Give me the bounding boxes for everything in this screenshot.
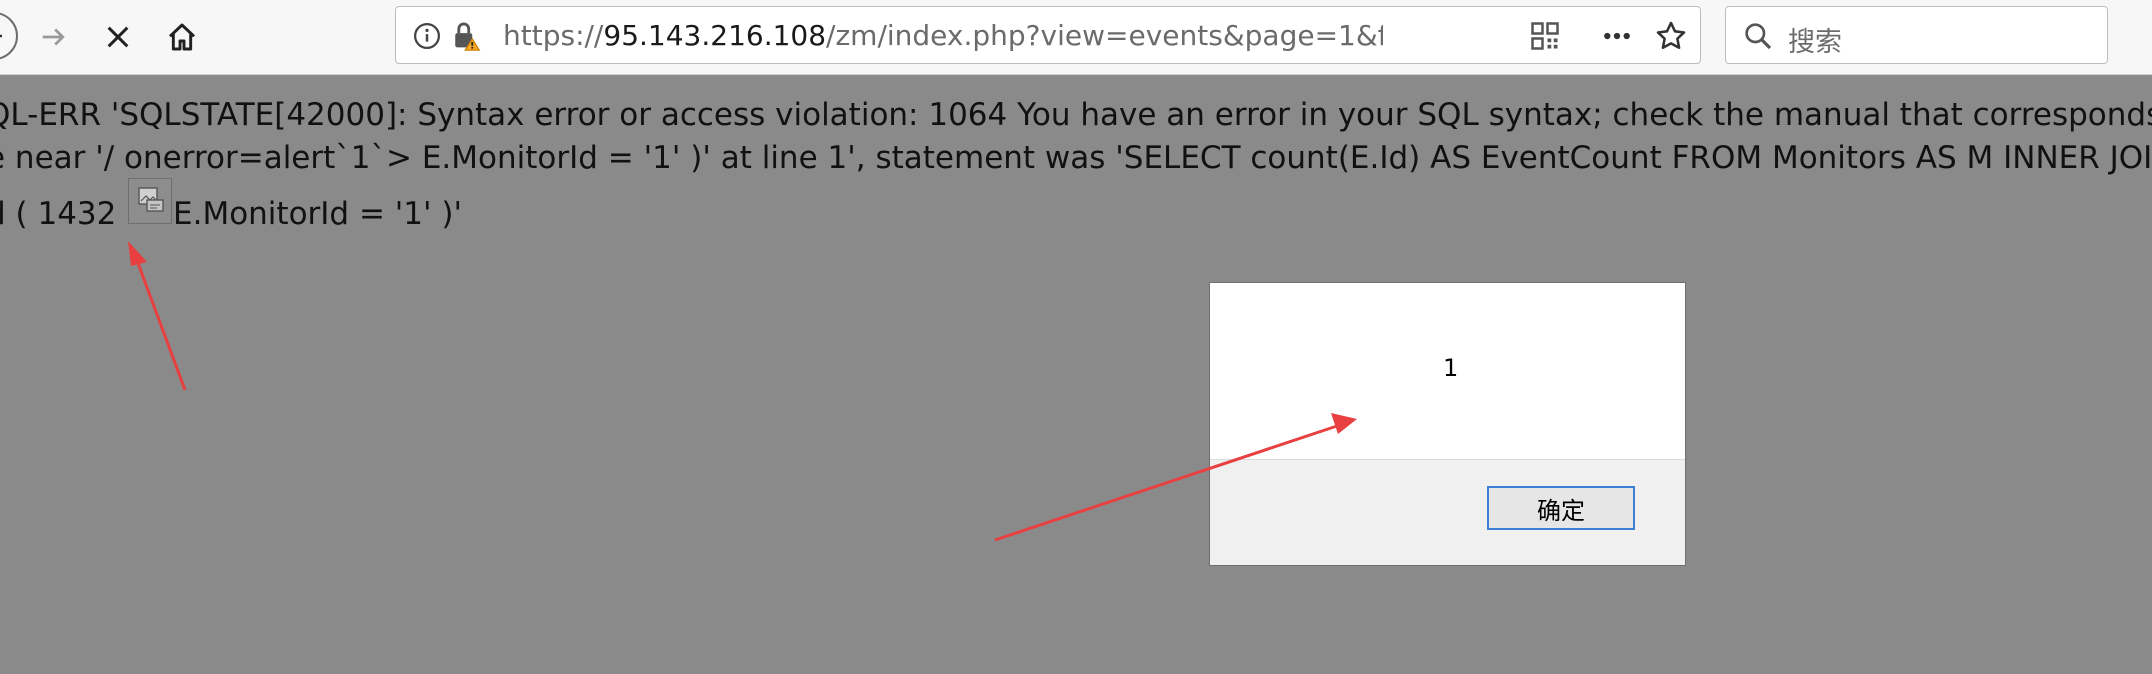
annotation-arrow-to-dialog (994, 413, 1357, 542)
annotation-arrows (128, 241, 1357, 542)
annotation-arrow-to-image (128, 241, 187, 391)
